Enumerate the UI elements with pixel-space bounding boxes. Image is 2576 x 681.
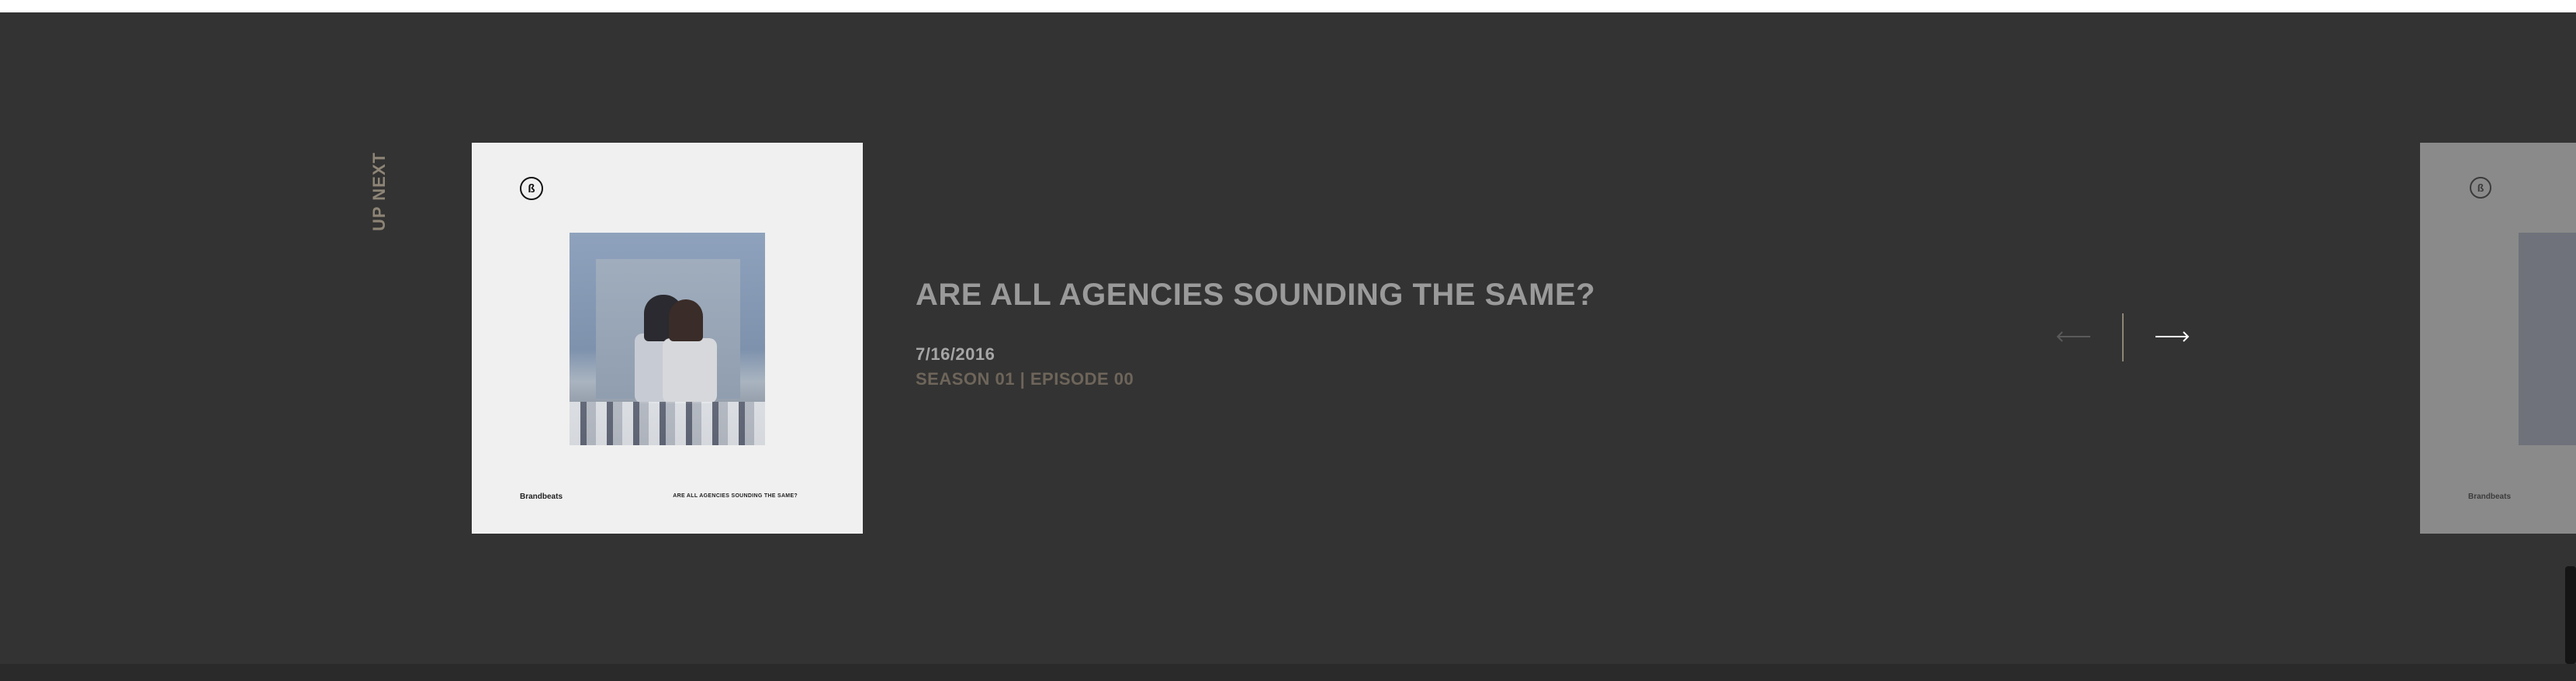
bottom-bar xyxy=(0,664,2576,681)
card-episode-title: ARE ALL AGENCIES SOUNDING THE SAME? xyxy=(673,493,798,499)
brand-logo-icon: ß xyxy=(520,177,543,200)
next-episode-card[interactable]: ß Brandbeats xyxy=(2420,143,2576,534)
up-next-label: UP NEXT xyxy=(369,152,389,231)
top-bar xyxy=(0,0,2576,12)
card-brand-name: Brandbeats xyxy=(520,493,563,501)
next-card-brand-name: Brandbeats xyxy=(2468,493,2512,501)
episode-artwork xyxy=(570,233,765,445)
scrollbar-handle[interactable] xyxy=(2565,566,2576,664)
nav-divider xyxy=(2122,313,2124,361)
artwork-figure-head-right xyxy=(669,299,703,341)
next-episode-artwork xyxy=(2519,233,2576,445)
previous-arrow-icon[interactable] xyxy=(2055,329,2092,344)
episode-date: 7/16/2016 xyxy=(916,344,995,364)
artwork-wave-pattern xyxy=(570,402,765,445)
current-episode-card[interactable]: ß Brandbeats ARE ALL AGENCIES SOUNDING T… xyxy=(472,143,863,534)
brand-logo-icon: ß xyxy=(2470,177,2491,199)
episode-title[interactable]: ARE ALL AGENCIES SOUNDING THE SAME? xyxy=(916,278,1595,313)
artwork-figure-body-right xyxy=(663,338,717,403)
next-arrow-icon[interactable] xyxy=(2154,329,2191,344)
episode-season: SEASON 01 | EPISODE 00 xyxy=(916,369,1134,389)
